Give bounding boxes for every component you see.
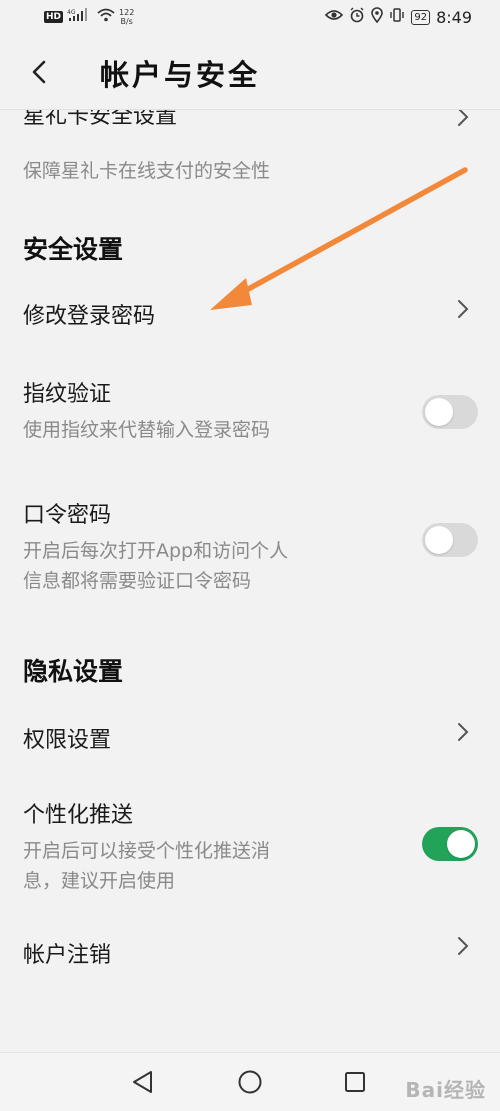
- passcode-toggle[interactable]: [422, 523, 478, 557]
- battery-icon: 92: [411, 9, 431, 25]
- nav-recents-button[interactable]: [340, 1067, 370, 1097]
- fingerprint-subtitle: 使用指纹来代替输入登录密码: [23, 419, 271, 441]
- system-nav-bar: Bai经验: [0, 1052, 500, 1111]
- page-title: 帐户与安全: [100, 58, 261, 92]
- chevron-right-icon: [458, 300, 469, 318]
- wifi-icon: [97, 8, 115, 26]
- passcode-item: 口令密码 开启后每次打开App和访问个人 信息都将需要验证口令密码: [0, 480, 500, 610]
- nav-home-button[interactable]: [235, 1067, 265, 1097]
- toggle-knob: [447, 830, 475, 858]
- account-cancel-title: 帐户注销: [23, 943, 112, 968]
- chevron-right-icon: [458, 937, 469, 955]
- personalized-push-item: 个性化推送 开启后可以接受个性化推送消 息，建议开启使用: [0, 785, 500, 915]
- personalized-push-title: 个性化推送: [23, 803, 134, 828]
- personalized-push-subtitle-line1: 开启后可以接受个性化推送消: [23, 840, 271, 862]
- change-password-item[interactable]: 修改登录密码: [0, 280, 500, 350]
- back-arrow-icon: [32, 60, 46, 84]
- starcard-security-item[interactable]: 星礼卡安全设置 保障星礼卡在线支付的安全性: [0, 110, 500, 210]
- hd-indicator: HD: [44, 11, 64, 23]
- location-icon: [371, 7, 384, 27]
- change-password-title: 修改登录密码: [23, 304, 156, 329]
- header-bar: 帐户与安全: [0, 34, 500, 110]
- network-type: 4G: [67, 9, 76, 16]
- status-bar: HD 4G 122 B/s 92 8:49: [0, 0, 500, 34]
- back-button[interactable]: [26, 54, 56, 90]
- personalized-push-subtitle-line2: 息，建议开启使用: [23, 870, 176, 892]
- starcard-security-subtitle: 保障星礼卡在线支付的安全性: [23, 160, 271, 182]
- passcode-subtitle-line1: 开启后每次打开App和访问个人: [23, 540, 289, 562]
- signal-icon: 4G: [67, 8, 93, 26]
- fingerprint-item: 指纹验证 使用指纹来代替输入登录密码: [0, 360, 500, 460]
- circle-home-icon: [238, 1070, 262, 1094]
- watermark: Bai经验: [405, 1078, 486, 1102]
- nav-back-button[interactable]: [128, 1067, 158, 1097]
- clock: 8:49: [436, 7, 472, 27]
- passcode-title: 口令密码: [23, 503, 112, 528]
- personalized-push-toggle[interactable]: [422, 827, 478, 861]
- account-cancel-item[interactable]: 帐户注销: [0, 920, 500, 990]
- toggle-knob: [425, 526, 453, 554]
- permissions-item[interactable]: 权限设置: [0, 705, 500, 775]
- speed-value: 122: [119, 8, 135, 17]
- section-title-security: 安全设置: [23, 235, 124, 264]
- speed-unit: B/s: [120, 17, 133, 26]
- square-recents-icon: [345, 1072, 365, 1092]
- passcode-subtitle-line2: 信息都将需要验证口令密码: [23, 570, 252, 592]
- fingerprint-title: 指纹验证: [23, 382, 112, 407]
- network-speed: 122 B/s: [119, 8, 134, 26]
- eye-icon: [325, 8, 344, 26]
- toggle-knob: [425, 398, 453, 426]
- fingerprint-toggle[interactable]: [422, 395, 478, 429]
- starcard-security-title: 星礼卡安全设置: [23, 110, 178, 129]
- section-title-privacy: 隐私设置: [23, 657, 124, 686]
- alarm-icon: [349, 7, 365, 27]
- permissions-title: 权限设置: [23, 728, 112, 753]
- chevron-right-icon: [458, 723, 469, 741]
- triangle-back-icon: [133, 1071, 152, 1093]
- chevron-right-icon: [458, 110, 469, 126]
- vibrate-icon: [389, 7, 405, 27]
